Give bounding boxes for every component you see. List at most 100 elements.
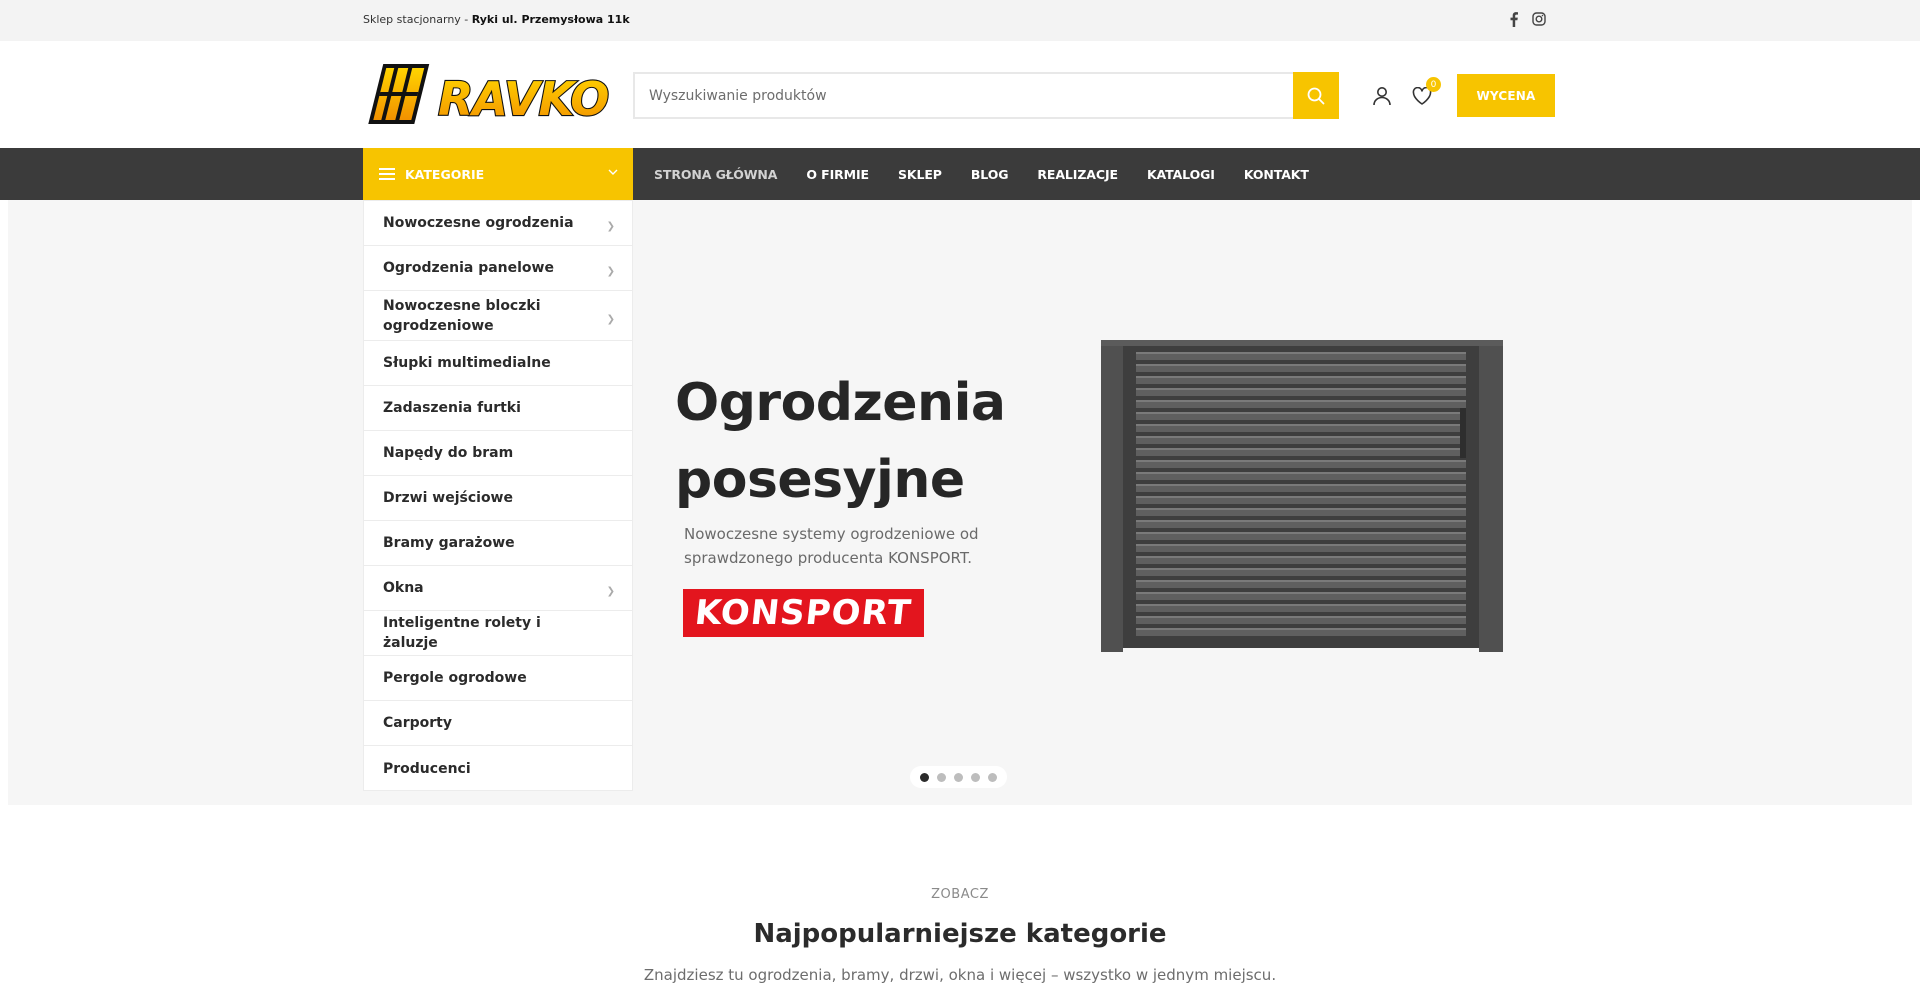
category-label: Nowoczesne bloczki ogrodzeniowe: [383, 297, 541, 334]
category-item[interactable]: Nowoczesne ogrodzenia ❯: [364, 201, 632, 246]
category-item[interactable]: Carporty: [364, 701, 632, 746]
category-item[interactable]: Pergole ogrodowe: [364, 656, 632, 701]
nav-item-shop[interactable]: SKLEP: [898, 167, 942, 182]
gate-slat-highlight: [1136, 484, 1466, 486]
category-item[interactable]: Napędy do bram: [364, 431, 632, 476]
gate-slat-highlight: [1136, 556, 1466, 558]
gate-slat-highlight: [1136, 568, 1466, 570]
slider-pagination: [910, 766, 1007, 788]
category-label: Pergole ogrodowe: [383, 670, 527, 686]
gate-slat-highlight: [1136, 460, 1466, 462]
account-icon[interactable]: [1369, 83, 1395, 109]
facebook-icon[interactable]: [1506, 10, 1522, 28]
main-navigation: KATEGORIE STRONA GŁÓWNA O FIRMIE SKLEP B…: [0, 148, 1920, 200]
logo-text: RAVKO: [438, 72, 608, 126]
nav-item-contact[interactable]: KONTAKT: [1244, 167, 1309, 182]
gate-slat-highlight: [1136, 496, 1466, 498]
gate-slat-highlight: [1136, 508, 1466, 510]
store-address: Ryki ul. Przemysłowa 11k: [471, 13, 630, 26]
nav-item-about[interactable]: O FIRMIE: [806, 167, 869, 182]
category-item[interactable]: Bramy garażowe: [364, 521, 632, 566]
section-title: Najpopularniejsze kategorie: [753, 919, 1167, 949]
gate-slat-highlight: [1136, 388, 1466, 390]
gate-slat-highlight: [1136, 532, 1466, 534]
category-item[interactable]: Nowoczesne bloczki ogrodzeniowe ❯: [364, 291, 632, 341]
nav-item-blog[interactable]: BLOG: [971, 167, 1009, 182]
hero-title-line1: Ogrodzenia: [675, 373, 1006, 433]
nav-item-catalogs[interactable]: KATALOGI: [1147, 167, 1215, 182]
store-prefix: Sklep stacjonarny -: [363, 13, 472, 26]
slider-dot-5[interactable]: [988, 772, 997, 782]
gate-image: [1098, 338, 1504, 652]
hero-title: Ogrodzenia posesyjne: [675, 365, 1006, 519]
gate-slat-highlight: [1136, 364, 1466, 366]
gate-slat-highlight: [1136, 448, 1466, 450]
search-icon: [1307, 87, 1325, 104]
social-links: [1506, 10, 1547, 28]
gate-slat-highlight: [1136, 628, 1466, 630]
category-label: Okna: [383, 580, 424, 596]
search-bar: [633, 72, 1339, 119]
category-item[interactable]: Inteligentne rolety i żaluzje: [364, 611, 632, 656]
gate-slat-highlight: [1136, 616, 1466, 618]
search-input[interactable]: [633, 72, 1293, 119]
category-label: Nowoczesne ogrodzenia: [383, 215, 574, 231]
category-label: Bramy garażowe: [383, 535, 515, 551]
search-button[interactable]: [1293, 72, 1339, 119]
top-bar: Sklep stacjonarny - Ryki ul. Przemysłowa…: [0, 0, 1920, 41]
category-label: Napędy do bram: [383, 445, 514, 461]
category-label: Drzwi wejściowe: [383, 490, 513, 506]
chevron-right-icon: ❯: [606, 586, 615, 597]
hero-subtitle: Nowoczesne systemy ogrodzeniowe od spraw…: [684, 525, 979, 567]
gate-slat-highlight: [1136, 424, 1466, 426]
category-item[interactable]: Ogrodzenia panelowe ❯: [364, 246, 632, 291]
chevron-right-icon: ❯: [606, 221, 615, 232]
category-label: Słupki multimedialne: [383, 355, 551, 371]
category-menu: Nowoczesne ogrodzenia ❯ Ogrodzenia panelo…: [363, 200, 633, 791]
category-item[interactable]: Okna ❯: [364, 566, 632, 611]
categories-label: KATEGORIE: [405, 166, 485, 182]
quote-button[interactable]: WYCENA: [1457, 74, 1555, 117]
brand-logo-text: KONSPORT: [693, 593, 914, 633]
gate-slat-highlight: [1136, 580, 1466, 582]
category-label: Carporty: [383, 715, 452, 731]
nav-item-home[interactable]: STRONA GŁÓWNA: [654, 167, 777, 182]
gate-slat-highlight: [1136, 412, 1466, 414]
gate-slat-highlight: [1136, 604, 1466, 606]
category-label: Inteligentne rolety i żaluzje: [383, 615, 541, 651]
slider-dot-4[interactable]: [971, 772, 980, 782]
category-item[interactable]: Producenci: [364, 746, 632, 791]
gate-slat-highlight: [1136, 352, 1466, 354]
chevron-down-icon: [608, 169, 618, 175]
gate-slat-highlight: [1136, 520, 1466, 522]
nav-menu: STRONA GŁÓWNA O FIRMIE SKLEP BLOG REALIZ…: [654, 148, 1309, 200]
category-item[interactable]: Drzwi wejściowe: [364, 476, 632, 521]
site-header: RAVKO 0 WYCENA: [0, 41, 1920, 148]
ravko-logo[interactable]: RAVKO: [366, 61, 611, 129]
gate-slat-highlight: [1136, 544, 1466, 546]
gate-slat-highlight: [1136, 592, 1466, 594]
instagram-icon[interactable]: [1531, 10, 1547, 28]
categories-toggle[interactable]: KATEGORIE: [363, 148, 633, 200]
gate-slat-highlight: [1136, 472, 1466, 474]
nav-item-realizations[interactable]: REALIZACJE: [1037, 167, 1118, 182]
category-label: Producenci: [383, 760, 471, 777]
store-info: Sklep stacjonarny - Ryki ul. Przemysłowa…: [363, 13, 630, 26]
gate-slat-highlight: [1136, 376, 1466, 378]
slider-dot-1[interactable]: [920, 772, 929, 782]
category-label: Zadaszenia furtki: [383, 400, 521, 416]
chevron-right-icon: ❯: [606, 266, 615, 277]
slider-dot-2[interactable]: [937, 772, 946, 782]
category-item[interactable]: Zadaszenia furtki: [364, 386, 632, 431]
category-label: Ogrodzenia panelowe: [383, 260, 554, 276]
category-item[interactable]: Słupki multimedialne: [364, 341, 632, 386]
section-description: Znajdziesz tu ogrodzenia, bramy, drzwi, …: [643, 966, 1277, 984]
wishlist-button[interactable]: 0: [1409, 77, 1441, 109]
section-kicker: ZOBACZ: [931, 887, 989, 902]
slider-dot-3[interactable]: [954, 772, 963, 782]
konsport-logo[interactable]: KONSPORT: [683, 589, 924, 637]
hamburger-icon: [379, 168, 395, 180]
chevron-right-icon: ❯: [606, 313, 615, 325]
wishlist-count-badge: 0: [1426, 77, 1441, 92]
gate-slat-highlight: [1136, 436, 1466, 438]
